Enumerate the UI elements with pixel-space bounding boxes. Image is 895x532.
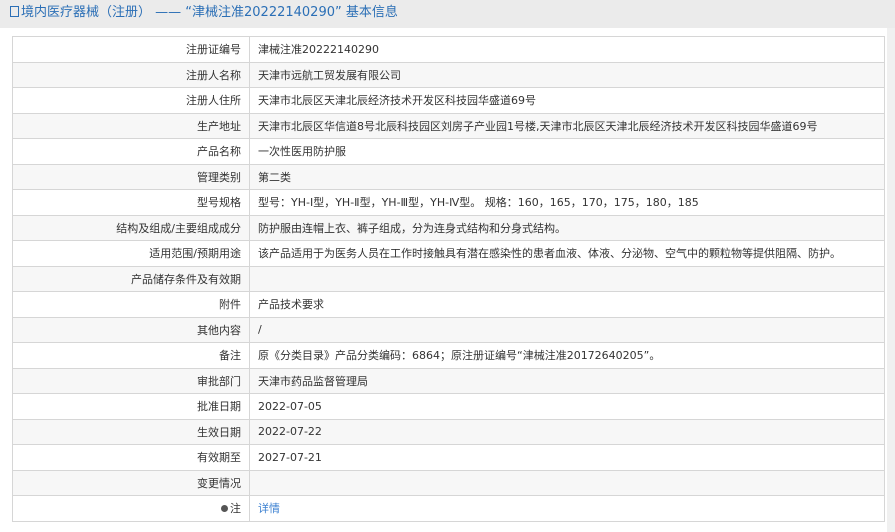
table-row: 型号规格 型号：YH-Ⅰ型，YH-Ⅱ型，YH-Ⅲ型，YH-Ⅳ型。 规格：160，1…: [12, 189, 885, 216]
row-label: 其他内容: [12, 316, 250, 343]
table-row: 产品储存条件及有效期: [12, 265, 885, 292]
row-value: 第二类: [249, 163, 885, 190]
table-row: 批准日期 2022-07-05: [12, 393, 885, 420]
row-label: 审批部门: [12, 367, 250, 394]
table-row: 注册证编号 津械注准20222140290: [12, 36, 885, 63]
row-label: 有效期至: [12, 444, 250, 471]
row-value: 天津市北辰区华信道8号北辰科技园区刘房子产业园1号楼,天津市北辰区天津北辰经济技…: [249, 112, 885, 139]
row-value: 2027-07-21: [249, 444, 885, 471]
row-label: 结构及组成/主要组成成分: [12, 214, 250, 241]
info-table: 注册证编号 津械注准20222140290 注册人名称 天津市远航工贸发展有限公司 注册…: [12, 36, 885, 522]
details-link[interactable]: 详情: [258, 502, 280, 515]
row-value: 原《分类目录》产品分类编码：6864；原注册证编号“津械注准2017264020…: [249, 342, 885, 369]
table-row: 注册人名称 天津市远航工贸发展有限公司: [12, 61, 885, 88]
table-row: 其他内容 /: [12, 316, 885, 343]
row-value: 防护服由连帽上衣、裤子组成，分为连身式结构和分身式结构。: [249, 214, 885, 241]
row-label: 变更情况: [12, 469, 250, 496]
table-row: 审批部门 天津市药品监督管理局: [12, 367, 885, 394]
row-value: 2022-07-22: [249, 418, 885, 445]
table-row: 变更情况: [12, 469, 885, 496]
row-label: 批准日期: [12, 393, 250, 420]
table-row: 生效日期 2022-07-22: [12, 418, 885, 445]
row-label: 生效日期: [12, 418, 250, 445]
row-label: 生产地址: [12, 112, 250, 139]
row-value: 一次性医用防护服: [249, 138, 885, 165]
pin-icon: [221, 505, 228, 513]
row-label: 备注: [12, 342, 250, 369]
row-label: 注册人名称: [12, 61, 250, 88]
row-label: 附件: [12, 291, 250, 318]
row-label: 注册证编号: [12, 36, 250, 63]
row-label: 注册人住所: [12, 87, 250, 114]
row-value: 津械注准20222140290: [249, 36, 885, 63]
table-row: 附件 产品技术要求: [12, 291, 885, 318]
row-value: 产品技术要求: [249, 291, 885, 318]
scrollbar[interactable]: [887, 28, 895, 532]
row-value: /: [249, 316, 885, 343]
table-row-note: 注 详情: [12, 495, 885, 522]
row-label: 产品名称: [12, 138, 250, 165]
page-title: 境内医疗器械（注册） —— “津械注准20222140290” 基本信息: [21, 5, 398, 20]
row-value: 天津市北辰区天津北辰经济技术开发区科技园华盛道69号: [249, 87, 885, 114]
note-label: 注: [230, 502, 241, 516]
table-row: 管理类别 第二类: [12, 163, 885, 190]
row-value: 天津市远航工贸发展有限公司: [249, 61, 885, 88]
row-label: 注: [12, 495, 250, 522]
row-label: 管理类别: [12, 163, 250, 190]
table-row: 备注 原《分类目录》产品分类编码：6864；原注册证编号“津械注准20172640…: [12, 342, 885, 369]
table-row: 产品名称 一次性医用防护服: [12, 138, 885, 165]
row-value: [249, 469, 885, 496]
row-value: 详情: [249, 495, 885, 522]
table-row: 结构及组成/主要组成成分 防护服由连帽上衣、裤子组成，分为连身式结构和分身式结构。: [12, 214, 885, 241]
row-value: 型号：YH-Ⅰ型，YH-Ⅱ型，YH-Ⅲ型，YH-Ⅳ型。 规格：160，165，1…: [249, 189, 885, 216]
row-value: [249, 265, 885, 292]
row-value: 该产品适用于为医务人员在工作时接触具有潜在感染性的患者血液、体液、分泌物、空气中…: [249, 240, 885, 267]
table-row: 有效期至 2027-07-21: [12, 444, 885, 471]
table-row: 注册人住所 天津市北辰区天津北辰经济技术开发区科技园华盛道69号: [12, 87, 885, 114]
row-value: 天津市药品监督管理局: [249, 367, 885, 394]
row-label: 产品储存条件及有效期: [12, 265, 250, 292]
row-label: 适用范围/预期用途: [12, 240, 250, 267]
table-row: 适用范围/预期用途 该产品适用于为医务人员在工作时接触具有潜在感染性的患者血液、体…: [12, 240, 885, 267]
row-label: 型号规格: [12, 189, 250, 216]
row-value: 2022-07-05: [249, 393, 885, 420]
page-header: 境内医疗器械（注册） —— “津械注准20222140290” 基本信息: [0, 0, 895, 28]
document-icon: [10, 6, 19, 17]
table-row: 生产地址 天津市北辰区华信道8号北辰科技园区刘房子产业园1号楼,天津市北辰区天津北…: [12, 112, 885, 139]
